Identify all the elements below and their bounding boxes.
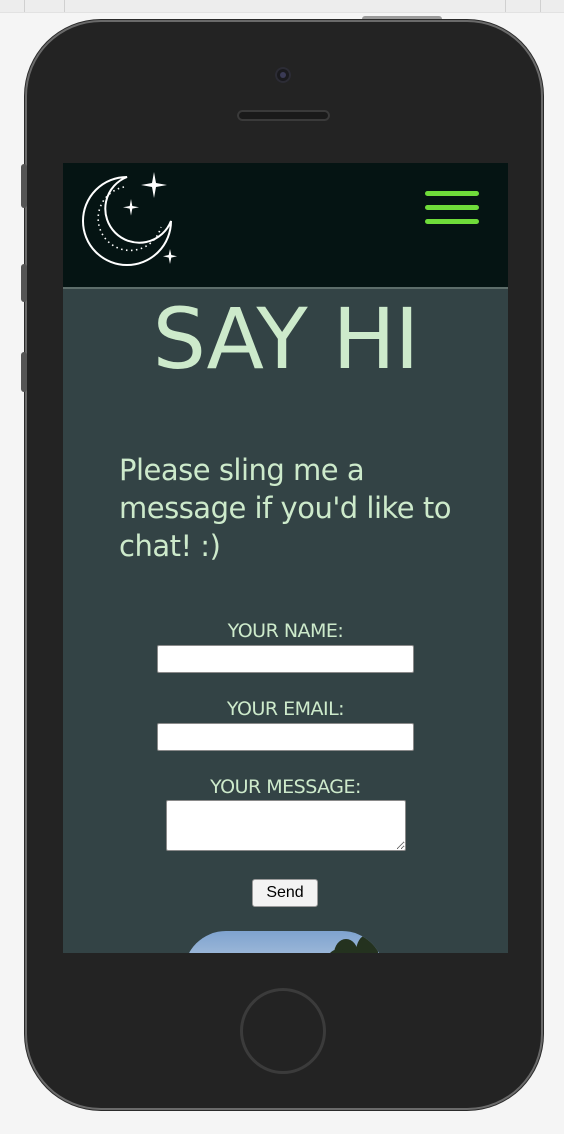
- menu-bar-middle: [425, 205, 479, 210]
- phone-silent-switch: [21, 164, 27, 208]
- hamburger-menu-icon[interactable]: [423, 189, 481, 227]
- phone-speaker: [237, 110, 330, 121]
- send-button[interactable]: Send: [252, 879, 318, 907]
- menu-bar-top: [425, 191, 479, 196]
- navbar: [63, 163, 508, 289]
- browser-top-strip: [0, 0, 564, 13]
- phone-volume-up-button: [21, 264, 27, 302]
- message-label: YOUR MESSAGE:: [210, 776, 361, 798]
- name-label: YOUR NAME:: [227, 620, 344, 642]
- page-title: SAY HI: [152, 290, 420, 388]
- message-field[interactable]: [166, 800, 406, 851]
- name-field[interactable]: [157, 645, 414, 673]
- menu-bar-bottom: [425, 219, 479, 224]
- phone-screen: SAY HI Please sling me a message if you'…: [63, 163, 508, 953]
- profile-photo: [184, 931, 384, 953]
- email-label: YOUR EMAIL:: [226, 698, 345, 720]
- intro-text: Please sling me a message if you'd like …: [119, 453, 451, 563]
- phone-camera-icon: [275, 67, 291, 83]
- phone-home-button[interactable]: [240, 988, 326, 1074]
- email-field[interactable]: [157, 723, 414, 751]
- moon-stars-icon[interactable]: [81, 169, 181, 273]
- phone-volume-down-button: [21, 352, 27, 392]
